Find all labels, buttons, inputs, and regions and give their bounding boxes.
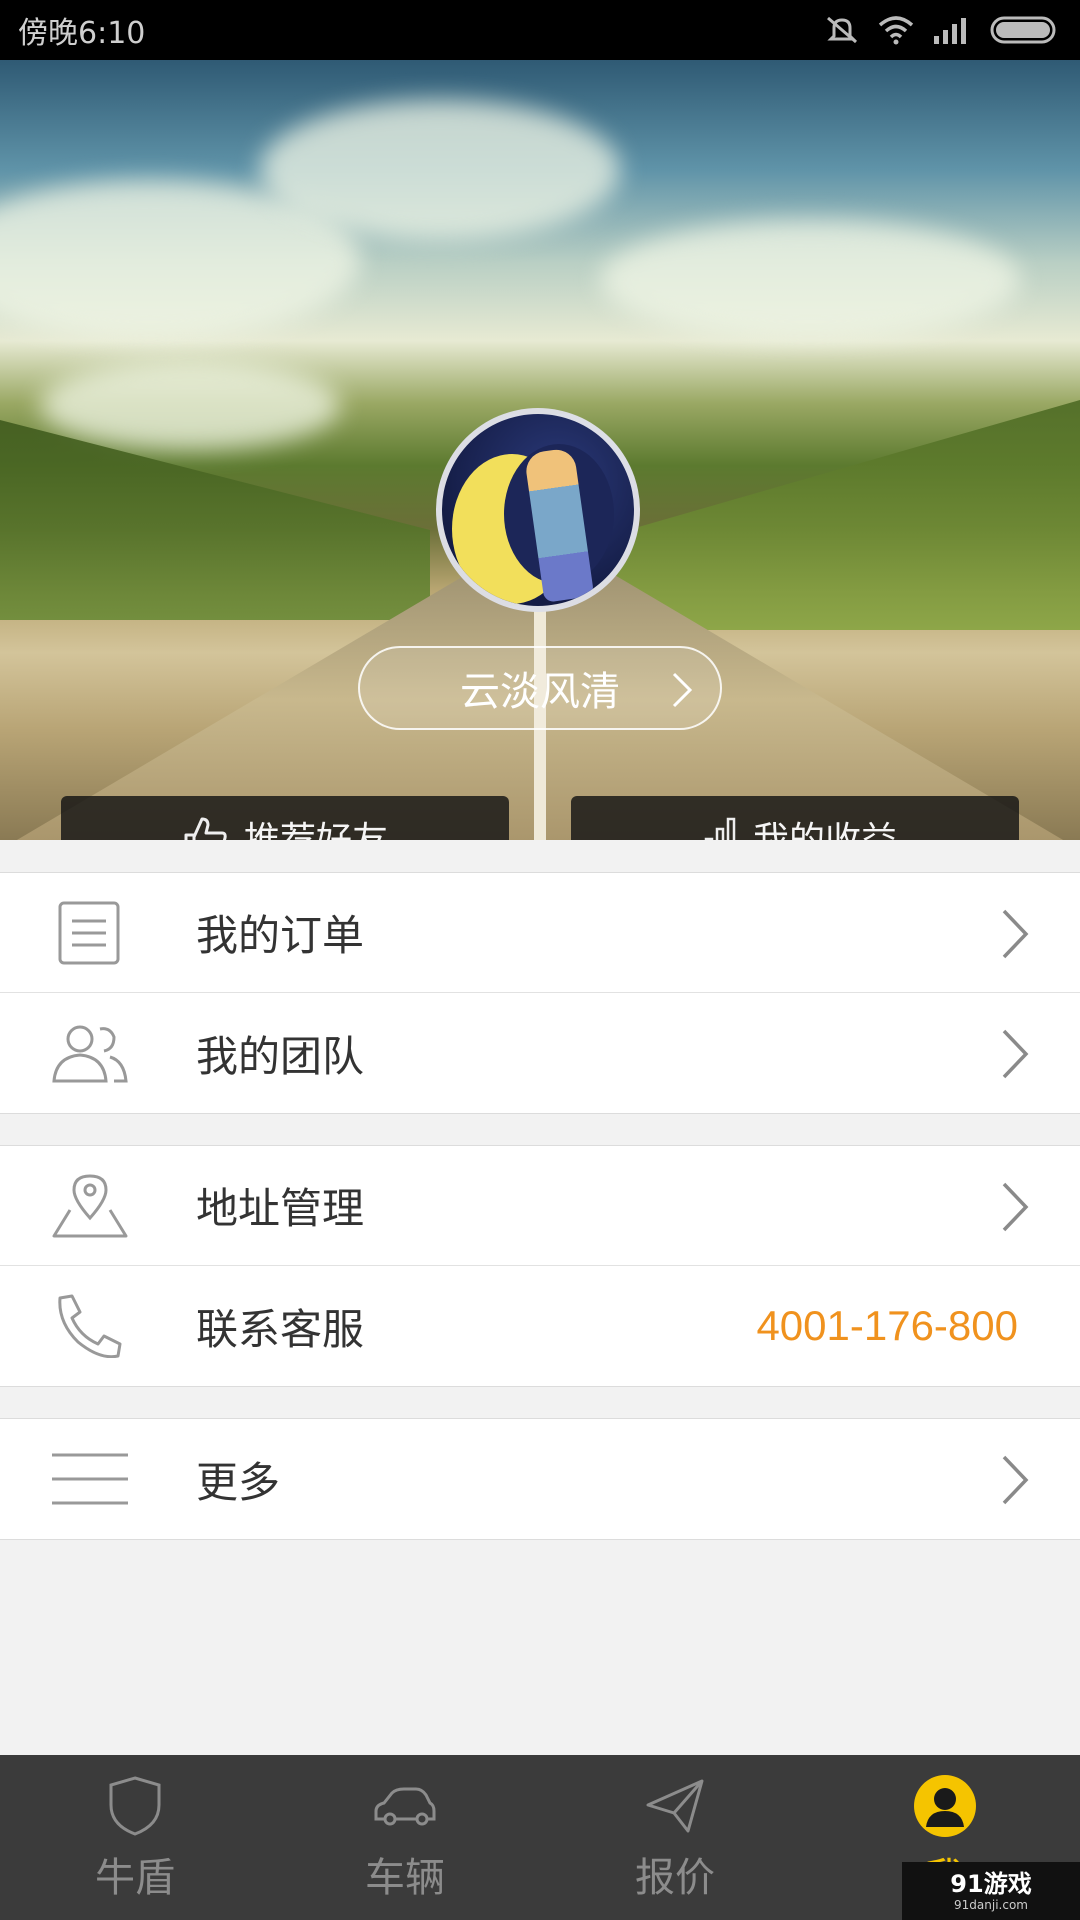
username: 云淡风清 [460, 669, 620, 715]
chevron-right-icon [1002, 1029, 1029, 1079]
menu-item-team[interactable]: 我的团队 [0, 993, 1080, 1113]
cloud [260, 100, 620, 240]
recommend-label: 推荐好友 [244, 811, 388, 840]
tab-label: 车辆 [365, 1855, 445, 1901]
battery-icon [990, 16, 1056, 44]
trees-left [0, 420, 430, 620]
cloud [40, 360, 340, 450]
tab-vehicles[interactable]: 车辆 [270, 1755, 540, 1920]
tab-quote[interactable]: 报价 [540, 1755, 810, 1920]
menu-item-label: 我的订单 [196, 911, 365, 960]
chevron-right-icon [672, 672, 693, 708]
chevron-right-icon [1002, 1182, 1029, 1232]
watermark-url: 91danji.com [954, 1897, 1028, 1912]
username-button[interactable]: 云淡风清 [358, 646, 722, 730]
cloud [600, 220, 1020, 340]
chevron-right-icon [1002, 1455, 1029, 1505]
mute-icon [827, 16, 857, 44]
menu-item-address[interactable]: 地址管理 [0, 1146, 1080, 1266]
recommend-friends-button[interactable]: 推荐好友 [61, 796, 509, 840]
earnings-label: 我的收益 [753, 811, 897, 840]
service-phone-number[interactable]: 4001-176-800 [756, 1302, 1018, 1350]
tab-label: 报价 [635, 1855, 715, 1901]
menu-item-customer-service[interactable]: 联系客服 4001-176-800 [0, 1266, 1080, 1386]
menu-item-label: 我的团队 [196, 1031, 365, 1081]
status-bar: 傍晚6:10 [0, 0, 1080, 60]
phone-icon [58, 1294, 122, 1358]
team-icon [52, 1025, 128, 1083]
user-icon [914, 1775, 976, 1837]
status-time: 傍晚6:10 [18, 16, 146, 51]
menu-item-label: 更多 [196, 1457, 281, 1507]
wifi-icon [878, 16, 914, 45]
status-icons [824, 14, 1058, 46]
location-icon [52, 1174, 128, 1238]
bar-chart-icon [704, 817, 736, 840]
menu-group-3: 更多 [0, 1418, 1080, 1540]
menu-item-label: 联系客服 [196, 1304, 365, 1354]
thumbs-up-icon [184, 817, 227, 840]
bottom-tab-bar: 牛盾 车辆 报价 我 91游戏 91danji.com [0, 1755, 1080, 1920]
watermark-brand: 91游戏 [950, 1869, 1032, 1898]
trees-right [600, 400, 1080, 630]
tab-label: 牛盾 [95, 1855, 175, 1901]
paper-plane-icon [646, 1779, 704, 1833]
profile-header: 云淡风清 推荐好友 我的收益 [0, 60, 1080, 840]
menu-lines-icon [52, 1453, 128, 1505]
my-earnings-button[interactable]: 我的收益 [571, 796, 1019, 840]
menu-item-more[interactable]: 更多 [0, 1419, 1080, 1539]
site-watermark: 91游戏 91danji.com [902, 1862, 1080, 1920]
chevron-right-icon [1002, 909, 1029, 959]
tab-shield[interactable]: 牛盾 [0, 1755, 270, 1920]
menu-group-1: 我的订单 我的团队 [0, 872, 1080, 1114]
document-icon [58, 901, 120, 965]
menu-item-orders[interactable]: 我的订单 [0, 873, 1080, 993]
menu-item-label: 地址管理 [196, 1184, 365, 1233]
avatar[interactable] [436, 408, 640, 612]
signal-icon [934, 18, 966, 44]
car-icon [374, 1787, 436, 1826]
menu-group-2: 地址管理 联系客服 4001-176-800 [0, 1145, 1080, 1387]
shield-icon [109, 1776, 161, 1836]
